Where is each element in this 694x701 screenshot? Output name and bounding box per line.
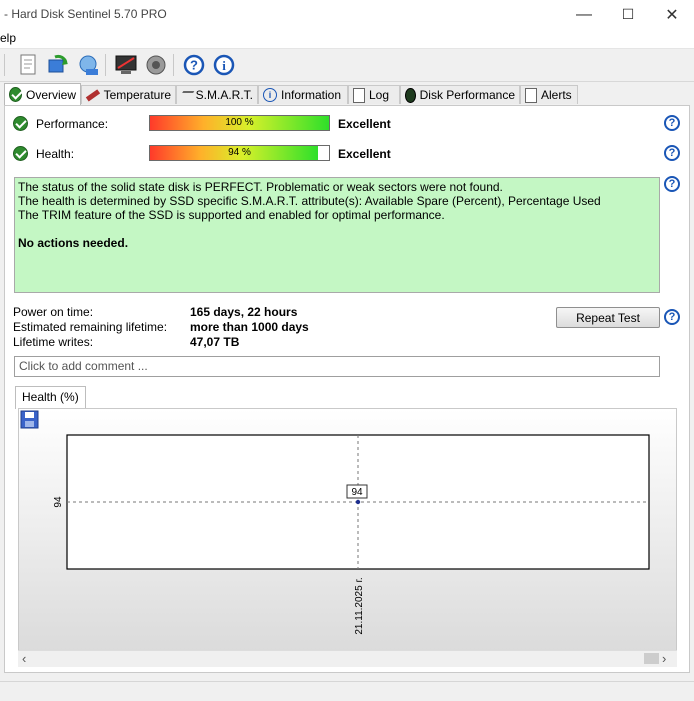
performance-label: Performance: (36, 117, 109, 131)
status-bar (0, 681, 694, 701)
toolbar-separator (173, 54, 174, 76)
status-spacer (18, 222, 656, 236)
performance-rating: Excellent (338, 117, 391, 131)
maximize-icon: ☐ (621, 6, 635, 22)
overview-panel: Performance: 100 % Excellent ? Health: 9… (4, 105, 690, 673)
close-button[interactable]: ✕ (650, 0, 694, 29)
scroll-thumb[interactable] (644, 653, 659, 664)
sound-icon (146, 55, 166, 75)
minimize-icon: — (576, 5, 592, 23)
gauge-icon (405, 87, 416, 103)
check-icon (9, 87, 22, 102)
health-help-icon[interactable]: ? (664, 145, 680, 161)
scroll-left-icon[interactable]: ‹ (22, 651, 26, 666)
report-button[interactable] (16, 53, 40, 77)
health-chart: 94 94 21.11.2025 г. (20, 410, 650, 635)
tab-label: S.M.A.R.T. (195, 88, 253, 102)
close-icon: ✕ (665, 6, 679, 24)
performance-bar: 100 % (149, 115, 330, 131)
chart-horizontal-scrollbar[interactable]: ‹ › (18, 650, 677, 667)
status-line: The TRIM feature of the SSD is supported… (18, 208, 445, 222)
tab-temperature[interactable]: Temperature (81, 85, 176, 104)
tab-label: Overview (25, 87, 76, 102)
status-recommendation: No actions needed. (18, 236, 129, 250)
svg-text:i: i (222, 58, 226, 73)
lifetime-writes-value: 47,07 TB (190, 335, 240, 349)
tab-smart[interactable]: S.M.A.R.T. (176, 85, 258, 104)
toolbar-separator (4, 54, 5, 76)
log-icon (353, 87, 365, 103)
monitor-button[interactable] (114, 53, 138, 77)
window-title: - Hard Disk Sentinel 5.70 PRO (4, 7, 167, 21)
menu-bar: elp (0, 29, 694, 49)
info-icon: i (213, 54, 235, 76)
sound-button[interactable] (144, 53, 168, 77)
info-icon: i (263, 88, 277, 102)
tab-label: Information (281, 88, 342, 102)
comment-input[interactable]: Click to add comment ... (14, 356, 660, 377)
tab-log[interactable]: Log (348, 85, 400, 104)
tab-information[interactable]: i Information (258, 85, 348, 104)
health-check-icon (13, 146, 28, 161)
svg-text:?: ? (190, 58, 198, 73)
tab-label: Disk Performance (419, 88, 515, 102)
data-label: 94 (351, 487, 363, 498)
save-chart-button[interactable] (20, 410, 39, 429)
report-icon (20, 54, 36, 75)
performance-help-icon[interactable]: ? (664, 115, 680, 131)
tab-overview[interactable]: Overview (4, 83, 81, 105)
refresh-icon (48, 54, 68, 73)
repeat-test-button[interactable]: Repeat Test (556, 307, 660, 328)
power-on-time-label: Power on time: (13, 305, 94, 319)
data-point (355, 499, 361, 505)
toolbar: ? i (0, 49, 694, 82)
remaining-lifetime-value: more than 1000 days (190, 320, 309, 334)
power-on-time-value: 165 days, 22 hours (190, 305, 298, 319)
maximize-button[interactable]: ☐ (606, 0, 650, 29)
status-line: The status of the solid state disk is PE… (18, 180, 503, 194)
lifetime-writes-label: Lifetime writes: (13, 335, 94, 349)
performance-check-icon (13, 116, 28, 131)
health-value: 94 % (228, 147, 251, 158)
repeat-test-help-icon[interactable]: ? (664, 309, 680, 325)
globe-button[interactable] (76, 53, 100, 77)
health-bar: 94 % (149, 145, 330, 161)
globe-icon (79, 55, 98, 75)
info-button[interactable]: i (212, 53, 236, 77)
help-button[interactable]: ? (182, 53, 206, 77)
refresh-button[interactable] (46, 53, 70, 77)
status-line: The health is determined by SSD specific… (18, 194, 601, 208)
remaining-lifetime-label: Estimated remaining lifetime: (13, 320, 168, 334)
status-help-icon[interactable]: ? (664, 176, 680, 192)
health-label: Health: (36, 147, 75, 161)
alert-icon (525, 87, 537, 103)
tab-label: Temperature (103, 88, 171, 102)
thermometer-icon (85, 89, 100, 101)
tab-label: Log (369, 88, 390, 102)
minimize-button[interactable]: — (562, 0, 606, 29)
tab-label: Alerts (541, 88, 572, 102)
tab-health-chart[interactable]: Health (%) (15, 386, 86, 409)
title-bar: - Hard Disk Sentinel 5.70 PRO — ☐ ✕ (0, 0, 694, 29)
status-box: The status of the solid state disk is PE… (14, 177, 660, 293)
tab-disk-performance[interactable]: Disk Performance (400, 85, 520, 104)
performance-value: 100 % (225, 117, 254, 128)
toolbar-separator (105, 54, 106, 76)
x-tick-label: 21.11.2025 г. (354, 577, 365, 634)
smart-icon (178, 91, 194, 99)
scroll-right-icon[interactable]: › (662, 651, 666, 666)
menu-help[interactable]: elp (0, 31, 16, 45)
monitor-icon (115, 55, 137, 74)
y-tick-label: 94 (53, 496, 64, 508)
health-rating: Excellent (338, 147, 391, 161)
tab-alerts[interactable]: Alerts (520, 85, 578, 104)
help-icon: ? (183, 54, 205, 76)
tab-bar: Overview Temperature S.M.A.R.T. i Inform… (0, 83, 694, 105)
